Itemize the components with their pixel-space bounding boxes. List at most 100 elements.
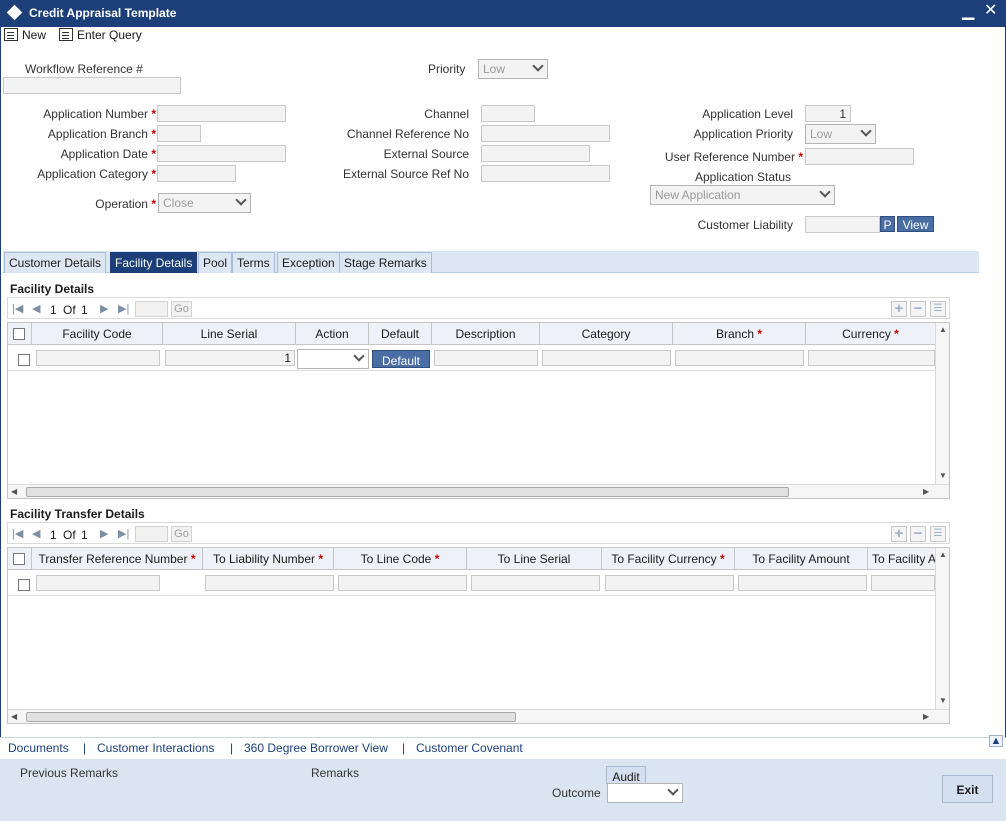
tab-facility-details[interactable]: Facility Details bbox=[110, 252, 198, 273]
scroll-down-icon[interactable]: ▼ bbox=[939, 471, 947, 480]
single-view-icon[interactable]: ☰ bbox=[930, 526, 946, 542]
row-checkbox[interactable] bbox=[18, 579, 30, 591]
add-row-icon[interactable]: + bbox=[891, 526, 907, 542]
single-view-icon[interactable]: ☰ bbox=[930, 301, 946, 317]
col-transfer-reference-number[interactable]: Transfer Reference Number * bbox=[32, 548, 203, 570]
channel-reference-field[interactable] bbox=[481, 125, 610, 142]
transfer-vertical-scrollbar[interactable]: ▲ ▼ bbox=[935, 548, 949, 709]
new-button[interactable]: New bbox=[4, 28, 46, 42]
customer-covenant-link[interactable]: Customer Covenant bbox=[416, 741, 523, 755]
next-page-icon[interactable]: ▶ bbox=[100, 527, 108, 540]
transfer-horizontal-scrollbar[interactable]: ◀ ▶ bbox=[8, 709, 949, 723]
to-facility-a-cell[interactable] bbox=[871, 575, 935, 591]
view-button[interactable]: View bbox=[897, 216, 934, 232]
add-row-icon[interactable]: + bbox=[891, 301, 907, 317]
documents-link[interactable]: Documents bbox=[8, 741, 69, 755]
scroll-left-icon[interactable]: ◀ bbox=[11, 712, 17, 721]
prev-page-icon[interactable]: ◀ bbox=[32, 527, 40, 540]
col-to-facility-amount[interactable]: To Facility Amount bbox=[735, 548, 868, 570]
collapse-icon[interactable]: ▲ bbox=[989, 735, 1003, 747]
select-all-checkbox[interactable] bbox=[13, 553, 25, 565]
default-button[interactable]: Default bbox=[372, 350, 430, 368]
col-to-facility-a[interactable]: To Facility A bbox=[868, 548, 935, 570]
to-facility-currency-cell[interactable] bbox=[605, 575, 734, 591]
col-category[interactable]: Category bbox=[540, 323, 673, 345]
borrower-view-link[interactable]: 360 Degree Borrower View bbox=[244, 741, 388, 755]
external-source-ref-field[interactable] bbox=[481, 165, 610, 182]
tab-terms[interactable]: Terms bbox=[232, 252, 275, 273]
col-to-line-serial[interactable]: To Line Serial bbox=[467, 548, 602, 570]
audit-button[interactable]: Audit bbox=[606, 766, 646, 784]
category-cell[interactable] bbox=[542, 350, 671, 366]
external-source-field[interactable] bbox=[481, 145, 590, 162]
to-liability-number-cell[interactable] bbox=[205, 575, 334, 591]
customer-liability-field[interactable] bbox=[805, 216, 880, 233]
application-category-field[interactable] bbox=[157, 165, 236, 182]
scroll-right-icon[interactable]: ▶ bbox=[923, 487, 929, 496]
row-checkbox[interactable] bbox=[18, 354, 30, 366]
col-facility-code[interactable]: Facility Code bbox=[32, 323, 163, 345]
tab-customer-details[interactable]: Customer Details bbox=[4, 252, 107, 273]
description-cell[interactable] bbox=[434, 350, 538, 366]
remarks-label[interactable]: Remarks bbox=[311, 766, 359, 780]
select-all-checkbox[interactable] bbox=[13, 328, 25, 340]
go-button[interactable]: Go bbox=[171, 301, 192, 317]
user-reference-field[interactable] bbox=[805, 148, 914, 165]
priority-select[interactable]: Low bbox=[478, 59, 548, 79]
line-serial-cell[interactable]: 1 bbox=[165, 350, 295, 366]
to-line-code-cell[interactable] bbox=[338, 575, 467, 591]
scroll-right-icon[interactable]: ▶ bbox=[923, 712, 929, 721]
facility-vertical-scrollbar[interactable]: ▲ ▼ bbox=[935, 323, 949, 484]
currency-cell[interactable] bbox=[808, 350, 935, 366]
go-button[interactable]: Go bbox=[171, 526, 192, 542]
transfer-scroll-thumb[interactable] bbox=[26, 712, 516, 722]
last-page-icon[interactable]: ▶| bbox=[118, 302, 129, 315]
transfer-reference-cell[interactable] bbox=[36, 575, 160, 591]
first-page-icon[interactable]: |◀ bbox=[12, 527, 23, 540]
col-line-serial[interactable]: Line Serial bbox=[163, 323, 296, 345]
close-icon[interactable]: ✕ bbox=[984, 0, 997, 20]
application-status-select[interactable]: New Application bbox=[650, 185, 835, 205]
to-facility-amount-cell[interactable] bbox=[738, 575, 867, 591]
to-line-serial-cell[interactable] bbox=[471, 575, 600, 591]
next-page-icon[interactable]: ▶ bbox=[100, 302, 108, 315]
facility-scroll-thumb[interactable] bbox=[26, 487, 789, 497]
facility-code-cell[interactable] bbox=[36, 350, 160, 366]
outcome-select[interactable] bbox=[607, 783, 683, 803]
delete-row-icon[interactable]: − bbox=[910, 526, 926, 542]
col-to-line-code[interactable]: To Line Code * bbox=[334, 548, 467, 570]
page-input[interactable] bbox=[135, 301, 168, 317]
customer-interactions-link[interactable]: Customer Interactions bbox=[97, 741, 214, 755]
operation-select[interactable]: Close bbox=[158, 193, 251, 213]
branch-cell[interactable] bbox=[675, 350, 804, 366]
scroll-up-icon[interactable]: ▲ bbox=[939, 325, 947, 334]
workflow-reference-field[interactable] bbox=[3, 77, 181, 94]
delete-row-icon[interactable]: − bbox=[910, 301, 926, 317]
channel-field[interactable] bbox=[481, 105, 535, 122]
scroll-left-icon[interactable]: ◀ bbox=[11, 487, 17, 496]
col-default[interactable]: Default bbox=[369, 323, 432, 345]
tab-exception[interactable]: Exception bbox=[277, 252, 340, 273]
enter-query-button[interactable]: Enter Query bbox=[59, 28, 142, 42]
application-branch-field[interactable] bbox=[157, 125, 201, 142]
minimize-icon[interactable]: ▁ bbox=[962, 1, 974, 21]
previous-remarks-label[interactable]: Previous Remarks bbox=[20, 766, 118, 780]
last-page-icon[interactable]: ▶| bbox=[118, 527, 129, 540]
scroll-up-icon[interactable]: ▲ bbox=[939, 550, 947, 559]
p-button[interactable]: P bbox=[880, 216, 895, 232]
tab-pool[interactable]: Pool bbox=[198, 252, 233, 273]
exit-button[interactable]: Exit bbox=[942, 775, 993, 803]
page-input[interactable] bbox=[135, 526, 168, 542]
tab-stage-remarks[interactable]: Stage Remarks bbox=[339, 252, 432, 273]
col-action[interactable]: Action bbox=[296, 323, 369, 345]
scroll-down-icon[interactable]: ▼ bbox=[939, 696, 947, 705]
application-number-field[interactable] bbox=[157, 105, 286, 122]
col-currency[interactable]: Currency * bbox=[806, 323, 935, 345]
col-description[interactable]: Description bbox=[432, 323, 540, 345]
facility-horizontal-scrollbar[interactable]: ◀ ▶ bbox=[8, 484, 949, 498]
first-page-icon[interactable]: |◀ bbox=[12, 302, 23, 315]
col-to-liability-number[interactable]: To Liability Number * bbox=[203, 548, 334, 570]
application-level-field[interactable]: 1 bbox=[805, 105, 851, 122]
application-date-field[interactable] bbox=[157, 145, 286, 162]
application-priority-select[interactable]: Low bbox=[805, 124, 876, 144]
